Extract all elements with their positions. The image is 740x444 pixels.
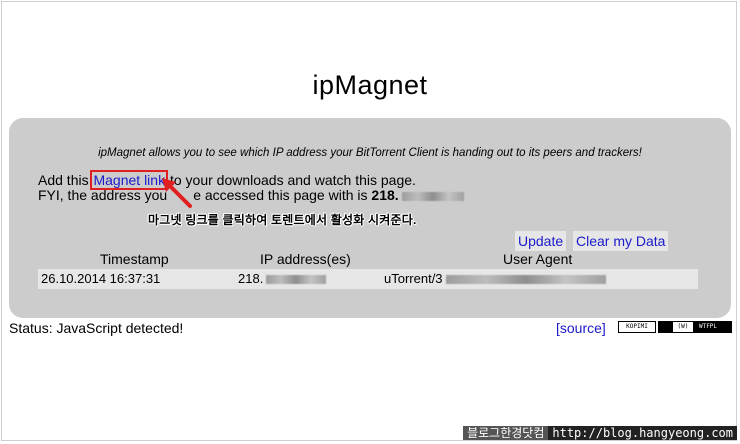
clear-data-button[interactable]: Clear my Data — [573, 231, 669, 251]
watermark-url: http://blog.hangyeong.com — [548, 426, 737, 440]
kopimi-badge[interactable]: KOPIMI — [618, 321, 656, 333]
annotation-arrow-icon — [162, 178, 192, 208]
fyi-suffix: e accessed this page with is — [193, 187, 372, 203]
instruction-suffix: to your downloads and watch this page. — [166, 172, 416, 188]
blog-watermark: 블로그한경닷컴 http://blog.hangyeong.com — [463, 425, 737, 441]
row-timestamp: 26.10.2014 16:37:31 — [41, 271, 161, 286]
redacted-ip — [401, 191, 464, 201]
wtfpl-label: WTFPL — [698, 323, 718, 330]
redacted-row-ip — [266, 275, 327, 285]
col-header-timestamp: Timestamp — [100, 251, 169, 267]
watermark-name: 블로그한경닷컴 — [463, 426, 549, 440]
col-header-ip: IP address(es) — [260, 251, 351, 267]
intro-text: ipMagnet allows you to see which IP addr… — [98, 147, 642, 159]
row-ip-text: 218. — [238, 271, 264, 286]
instruction-prefix: Add this — [38, 172, 93, 188]
page-title: ipMagnet — [312, 70, 428, 100]
row-agent-text: uTorrent/3 — [384, 271, 443, 286]
col-header-user-agent: User Agent — [503, 251, 573, 267]
magnet-link[interactable]: Magnet link — [90, 170, 169, 190]
row-ip: 218. — [238, 271, 327, 286]
source-link[interactable]: [source] — [556, 320, 606, 336]
wtfpl-badge[interactable]: (W) WTFPL — [658, 321, 732, 333]
redacted-row-agent — [445, 275, 606, 285]
status-text: Status: JavaScript detected! — [9, 320, 184, 336]
wtfpl-logo-icon: (W) — [672, 322, 693, 332]
update-button[interactable]: Update — [515, 231, 567, 251]
fyi-line: FYI, the address you e accessed this page… — [38, 187, 464, 203]
fyi-prefix: FYI, the address you — [38, 187, 168, 203]
instruction-line: Add this Magnet link to your downloads a… — [38, 170, 416, 190]
annotation-label: 마그넷 링크를 클릭하여 토렌트에서 활성화 시켜준다. — [148, 213, 417, 227]
row-agent: uTorrent/3 — [384, 271, 606, 286]
current-ip: 218. — [371, 187, 399, 203]
